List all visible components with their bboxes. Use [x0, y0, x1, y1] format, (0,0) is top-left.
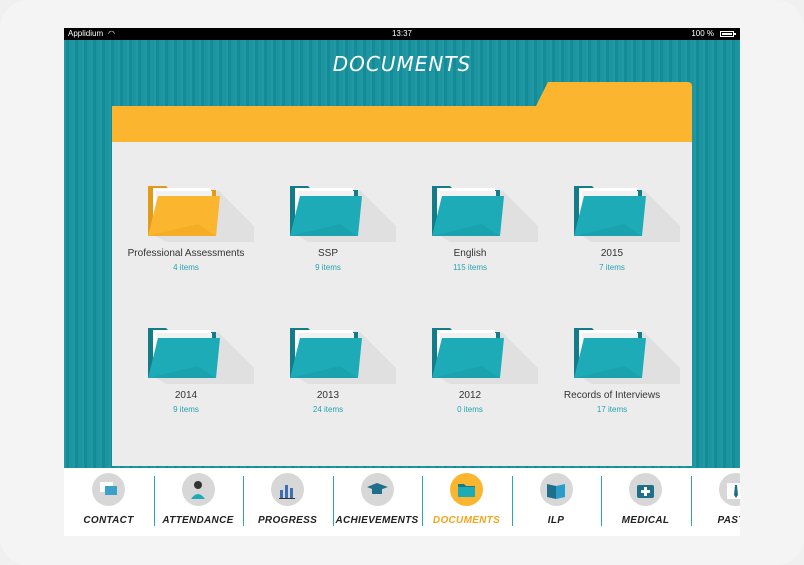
chat-icon — [92, 473, 125, 506]
screen: Applidium ◠ 13:37 100 % DOCUMENTS Profes… — [64, 28, 740, 536]
clock: 13:37 — [391, 29, 413, 38]
folder-name: 2012 — [458, 390, 482, 401]
tab-label: ILP — [547, 515, 565, 526]
tab-contact[interactable]: CONTACT — [64, 468, 153, 536]
bar-chart-icon — [271, 473, 304, 506]
folder-name: Professional Assessments — [127, 248, 245, 259]
folder-icon — [450, 473, 483, 506]
status-bar: Applidium ◠ 13:37 100 % — [64, 28, 740, 40]
folder-item[interactable]: English 115 items — [400, 180, 540, 273]
page-title: DOCUMENTS — [332, 52, 472, 76]
folder-icon — [430, 180, 538, 242]
folder-icon — [430, 322, 538, 384]
folder-name: 2013 — [316, 390, 340, 401]
folder-item-count: 9 items — [315, 263, 341, 272]
tab-progress[interactable]: PROGRESS — [243, 468, 332, 536]
tab-label: PASTO — [717, 515, 740, 526]
tab-label: MEDICAL — [621, 515, 670, 526]
folder-item[interactable]: Professional Assessments 4 items — [116, 180, 256, 273]
folder-item[interactable]: 2015 7 items — [542, 180, 682, 273]
tab-divider — [243, 476, 244, 526]
tab-divider — [511, 476, 513, 526]
tab-label: ATTENDANCE — [162, 515, 234, 526]
folder-name: SSP — [317, 248, 338, 259]
folder-name: 2014 — [174, 390, 198, 401]
folder-item-count: 4 items — [173, 263, 199, 272]
folder-item-count: 9 items — [173, 405, 199, 414]
tab-label: ACHIEVEMENTS — [335, 515, 419, 526]
folder-item[interactable]: 2014 9 items — [116, 322, 256, 415]
folder-icon — [288, 180, 396, 242]
tab-divider — [601, 476, 602, 526]
folder-item[interactable]: 2013 24 items — [258, 322, 398, 415]
folder-item-count: 17 items — [596, 405, 628, 414]
medical-kit-icon — [629, 473, 662, 506]
tab-label: PROGRESS — [257, 515, 318, 526]
documents-board: DOCUMENTS Professional Assessments 4 ite… — [64, 40, 740, 468]
folder-band-decoration — [112, 106, 692, 142]
folder-icon — [146, 322, 254, 384]
bottom-tab-bar: CONTACT ATTENDANCE PROGRESS ACHIEVEMENTS… — [64, 468, 740, 536]
book-icon — [539, 473, 573, 506]
tie-icon — [718, 473, 740, 506]
tab-divider — [690, 476, 692, 526]
tab-attendance[interactable]: ATTENDANCE — [154, 468, 243, 536]
battery-icon — [720, 31, 736, 37]
tab-divider — [332, 476, 334, 526]
folder-name: Records of Interviews — [563, 390, 661, 401]
tab-label: DOCUMENTS — [432, 515, 501, 526]
folder-item-count: 24 items — [312, 405, 344, 414]
tab-documents[interactable]: DOCUMENTS — [422, 468, 511, 536]
folder-icon — [146, 180, 254, 242]
folder-icon — [572, 180, 680, 242]
folder-name: English — [453, 248, 487, 259]
person-check-icon — [181, 473, 215, 506]
battery-percentage: 100 % — [691, 29, 714, 38]
folder-grid-panel: Professional Assessments 4 items SSP 9 i… — [112, 142, 692, 466]
tab-medical[interactable]: MEDICAL — [601, 468, 690, 536]
folder-item[interactable]: SSP 9 items — [258, 180, 398, 273]
folder-item-count: 7 items — [599, 263, 625, 272]
tab-ilp[interactable]: ILP — [512, 468, 601, 536]
folder-item[interactable]: Records of Interviews 17 items — [542, 322, 682, 415]
folder-name: 2015 — [600, 248, 624, 259]
graduation-cap-icon — [360, 473, 394, 506]
tab-divider — [153, 476, 155, 526]
folder-icon — [288, 322, 396, 384]
tab-achievements[interactable]: ACHIEVEMENTS — [333, 468, 422, 536]
folder-item-count: 0 items — [457, 405, 483, 414]
tab-label: CONTACT — [83, 515, 134, 526]
tab-divider — [422, 476, 423, 526]
device-frame: Applidium ◠ 13:37 100 % DOCUMENTS Profes… — [0, 0, 804, 565]
folder-item[interactable]: 2012 0 items — [400, 322, 540, 415]
folder-icon — [572, 322, 680, 384]
folder-item-count: 115 items — [452, 263, 488, 272]
tab-pasto[interactable]: PASTO — [691, 468, 740, 536]
